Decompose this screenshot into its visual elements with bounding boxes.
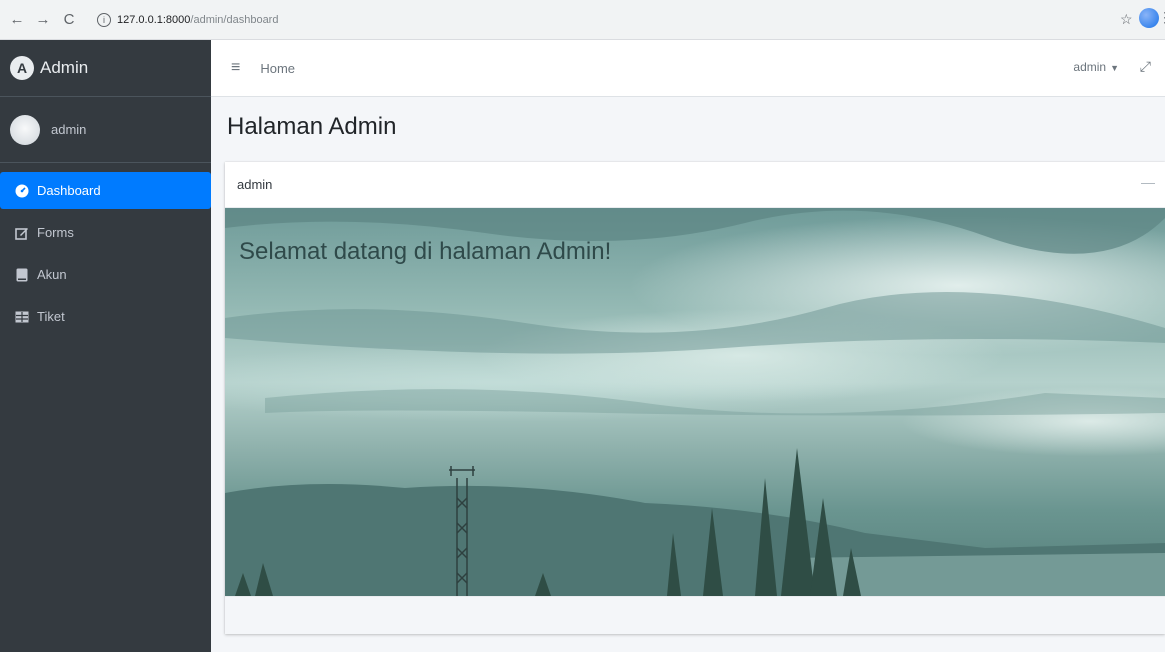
bookmark-star-icon[interactable]: ☆ xyxy=(1120,11,1133,28)
page-title: Halaman Admin xyxy=(227,113,397,140)
reload-icon[interactable]: C xyxy=(58,9,80,31)
user-name[interactable]: admin xyxy=(51,122,86,137)
nav-home-link[interactable]: Home xyxy=(260,61,295,76)
sidebar-item-label: Akun xyxy=(37,267,67,282)
sidebar-item-akun[interactable]: Akun xyxy=(8,256,203,293)
fullscreen-icon[interactable]: ⤢ xyxy=(1140,58,1151,75)
book-icon xyxy=(14,268,30,282)
table-icon xyxy=(14,310,30,324)
top-navbar: ≡ Home admin ▼ ⤢ xyxy=(211,40,1165,97)
hero-image: Selamat datang di halaman Admin! xyxy=(225,208,1165,596)
brand-logo-icon: A xyxy=(10,56,34,80)
address-bar[interactable]: i 127.0.0.1:8000/admin/dashboard xyxy=(95,9,1130,31)
landscape-illustration xyxy=(225,208,1165,596)
minus-icon[interactable]: — xyxy=(1141,174,1155,190)
browser-toolbar: ← → C i 127.0.0.1:8000/admin/dashboard ☆… xyxy=(0,0,1165,40)
profile-avatar-icon[interactable] xyxy=(1139,8,1159,28)
url-text: 127.0.0.1:8000/admin/dashboard xyxy=(117,14,278,26)
user-panel: admin xyxy=(0,97,211,163)
welcome-card: admin — Selamat datang di halaman Admin! xyxy=(225,162,1165,634)
sidebar-item-label: Dashboard xyxy=(37,183,101,198)
browser-menu-icon[interactable]: ⋮ xyxy=(1158,9,1165,26)
url-host: 127.0.0.1:8000 xyxy=(117,14,191,26)
card-title: admin xyxy=(237,177,273,192)
edit-icon xyxy=(14,226,30,240)
card-header: admin — xyxy=(225,162,1165,208)
user-avatar xyxy=(10,114,40,145)
hamburger-icon[interactable]: ≡ xyxy=(231,59,240,77)
site-info-icon[interactable]: i xyxy=(97,13,111,27)
sidebar-item-label: Forms xyxy=(37,225,74,240)
sidebar-item-dashboard[interactable]: Dashboard xyxy=(0,172,211,209)
sidebar: A Admin admin Dashboard Forms Akun Tiket xyxy=(0,40,211,652)
user-dropdown-label: admin xyxy=(1073,60,1107,74)
sidebar-item-forms[interactable]: Forms xyxy=(8,214,203,251)
caret-down-icon: ▼ xyxy=(1110,63,1119,73)
sidebar-item-label: Tiket xyxy=(37,309,65,324)
url-path: /admin/dashboard xyxy=(190,14,279,26)
card-footer xyxy=(225,596,1165,634)
sidebar-item-tiket[interactable]: Tiket xyxy=(8,298,203,335)
back-icon[interactable]: ← xyxy=(6,9,28,31)
user-dropdown[interactable]: admin ▼ xyxy=(1073,60,1119,74)
tachometer-icon xyxy=(14,184,30,198)
forward-icon[interactable]: → xyxy=(32,9,54,31)
welcome-message: Selamat datang di halaman Admin! xyxy=(239,238,612,265)
brand-text: Admin xyxy=(40,58,89,77)
sidebar-menu: Dashboard Forms Akun Tiket xyxy=(0,172,211,335)
brand-link[interactable]: A Admin xyxy=(0,40,211,97)
